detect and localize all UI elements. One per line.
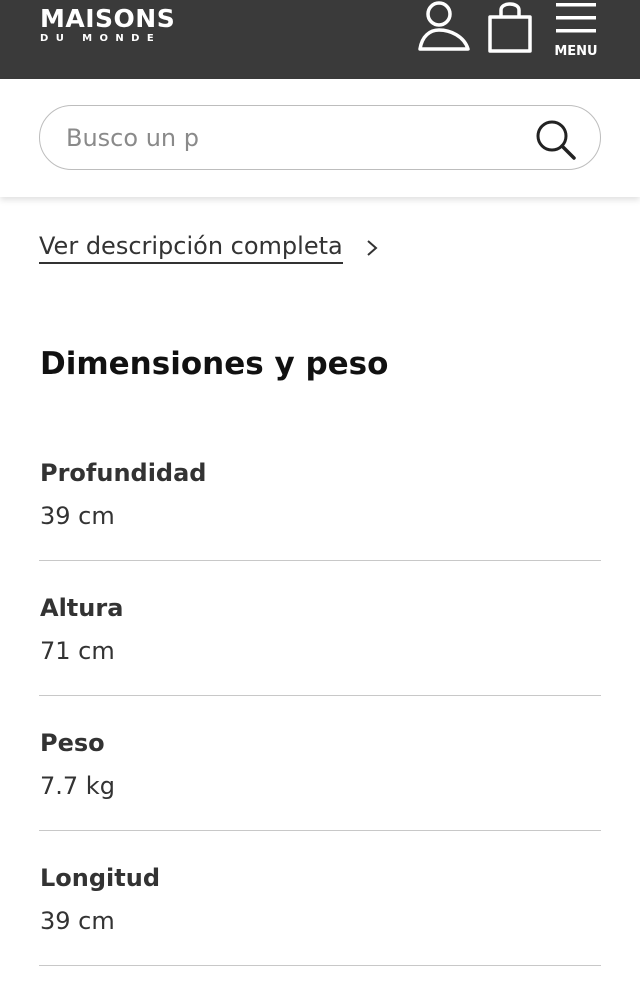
account-button[interactable] bbox=[418, 0, 472, 54]
hamburger-icon bbox=[556, 3, 596, 33]
divider bbox=[39, 695, 601, 696]
cart-button[interactable] bbox=[486, 0, 534, 54]
menu-button[interactable]: MENU bbox=[552, 0, 600, 66]
brand-logo[interactable]: MAISONS DU MONDE bbox=[40, 5, 175, 45]
chevron-right-icon[interactable] bbox=[364, 237, 380, 259]
divider bbox=[39, 830, 601, 831]
search-input[interactable] bbox=[66, 116, 516, 159]
dimension-value: 71 cm bbox=[40, 637, 115, 665]
search-bar-container bbox=[0, 79, 640, 197]
shopping-bag-icon bbox=[488, 2, 532, 53]
divider bbox=[39, 965, 601, 966]
search-icon[interactable] bbox=[534, 118, 578, 162]
dimension-row: Longitud 39 cm bbox=[40, 863, 601, 936]
search-box[interactable] bbox=[39, 105, 601, 170]
dimension-label: Peso bbox=[40, 729, 105, 757]
menu-label: MENU bbox=[554, 44, 598, 59]
dimension-value: 39 cm bbox=[40, 907, 115, 935]
user-icon bbox=[418, 1, 470, 51]
dimension-label: Longitud bbox=[40, 864, 161, 892]
logo-main-text: MAISONS bbox=[40, 4, 176, 33]
full-description-link[interactable]: Ver descripción completa bbox=[39, 230, 343, 264]
dimension-label: Profundidad bbox=[40, 459, 207, 487]
dimension-row: Peso 7.7 kg bbox=[40, 728, 601, 801]
dimension-row: Profundidad 39 cm bbox=[40, 458, 601, 531]
top-header: MAISONS DU MONDE MENU bbox=[0, 0, 640, 79]
dimension-value: 7.7 kg bbox=[40, 772, 115, 800]
dimension-row: Altura 71 cm bbox=[40, 593, 601, 666]
divider bbox=[39, 560, 601, 561]
logo-sub-text: DU MONDE bbox=[40, 33, 162, 44]
section-title: Dimensiones y peso bbox=[40, 346, 389, 382]
dimension-value: 39 cm bbox=[40, 502, 115, 530]
dimension-label: Altura bbox=[40, 594, 124, 622]
